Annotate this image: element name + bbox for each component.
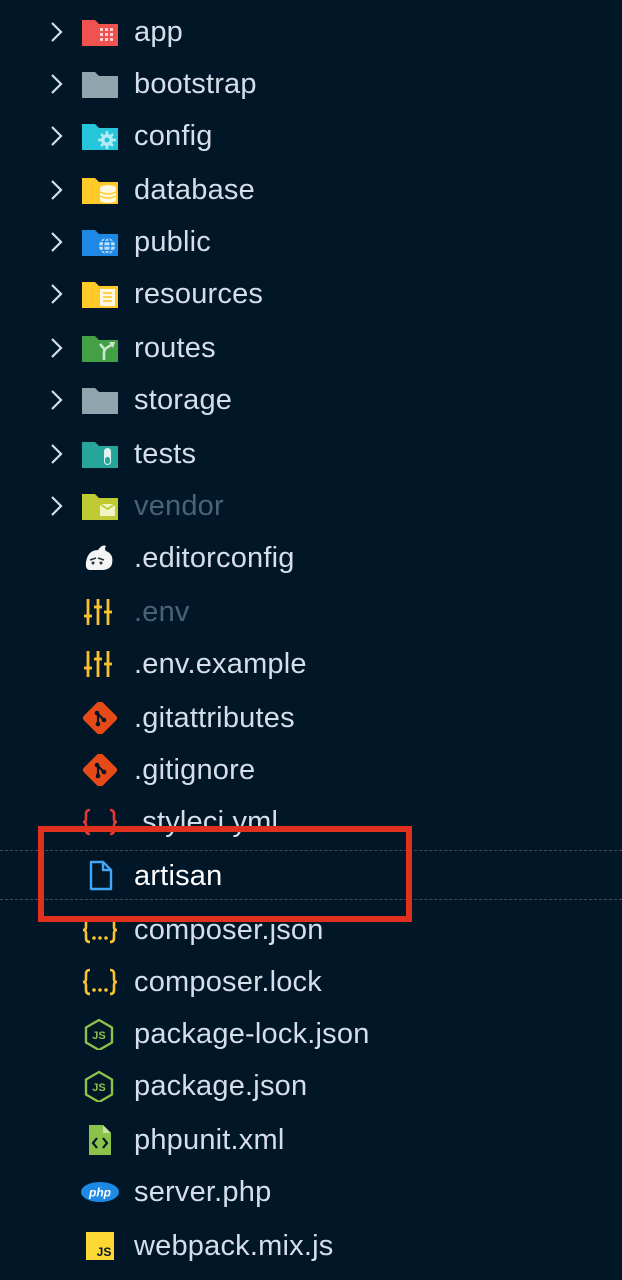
folder-label: database xyxy=(134,174,255,206)
file-row-env-example[interactable]: .env.example xyxy=(0,638,622,690)
folder-label: routes xyxy=(134,332,216,364)
folder-row-app[interactable]: app xyxy=(0,6,622,58)
database-folder-icon xyxy=(82,178,118,204)
svg-text:JS: JS xyxy=(92,1030,105,1042)
vendor-folder-icon xyxy=(82,494,118,520)
env-tune-icon xyxy=(84,651,112,677)
resources-folder-icon xyxy=(82,282,118,308)
annotation-highlight-box xyxy=(38,826,412,922)
php-icon: php xyxy=(81,1182,119,1202)
folder-row-vendor[interactable]: vendor xyxy=(0,480,622,532)
public-folder-icon xyxy=(82,230,118,256)
folder-label: config xyxy=(134,120,213,152)
config-folder-icon xyxy=(82,124,118,150)
file-label: package.json xyxy=(134,1070,308,1102)
folder-row-storage[interactable]: storage xyxy=(0,374,622,426)
file-row-gitignore[interactable]: .gitignore xyxy=(0,744,622,796)
tests-folder-icon xyxy=(82,442,118,468)
chevron-right-icon[interactable] xyxy=(44,336,68,360)
folder-label: storage xyxy=(134,384,233,416)
file-label: .gitignore xyxy=(134,754,256,786)
chevron-right-icon[interactable] xyxy=(44,72,68,96)
folder-label: vendor xyxy=(134,490,224,522)
file-label: .env.example xyxy=(134,648,307,680)
chevron-right-icon[interactable] xyxy=(44,20,68,44)
folder-icon xyxy=(82,388,118,414)
folder-row-bootstrap[interactable]: bootstrap xyxy=(0,58,622,110)
editorconfig-icon xyxy=(85,545,113,570)
chevron-right-icon[interactable] xyxy=(44,178,68,202)
file-row-webpack-mix-js[interactable]: JS webpack.mix.js xyxy=(0,1220,622,1272)
folder-row-tests[interactable]: tests xyxy=(0,428,622,480)
file-row-editorconfig[interactable]: .editorconfig xyxy=(0,532,622,584)
file-row-phpunit-xml[interactable]: phpunit.xml xyxy=(0,1114,622,1166)
file-label: .gitattributes xyxy=(134,702,295,734)
folder-label: app xyxy=(134,16,183,48)
svg-text:php: php xyxy=(88,1186,111,1200)
chevron-right-icon[interactable] xyxy=(44,442,68,466)
chevron-right-icon[interactable] xyxy=(44,124,68,148)
javascript-icon: JS xyxy=(86,1232,114,1260)
file-label: composer.lock xyxy=(134,966,322,998)
file-row-composer-lock[interactable]: composer.lock xyxy=(0,956,622,1008)
xml-icon xyxy=(89,1125,111,1155)
svg-text:JS: JS xyxy=(92,1082,105,1094)
file-row-package-lock-json[interactable]: JS package-lock.json xyxy=(0,1008,622,1060)
file-label: .editorconfig xyxy=(134,542,295,574)
folder-label: tests xyxy=(134,438,197,470)
folder-row-config[interactable]: config xyxy=(0,110,622,162)
git-icon xyxy=(82,754,118,786)
svg-text:JS: JS xyxy=(97,1245,112,1259)
chevron-right-icon[interactable] xyxy=(44,388,68,412)
folder-row-database[interactable]: database xyxy=(0,164,622,216)
app-folder-icon xyxy=(82,20,118,46)
file-row-gitattributes[interactable]: .gitattributes xyxy=(0,692,622,744)
file-row-server-php[interactable]: php server.php xyxy=(0,1166,622,1218)
chevron-right-icon[interactable] xyxy=(44,494,68,518)
file-row-env[interactable]: .env xyxy=(0,586,622,638)
chevron-right-icon[interactable] xyxy=(44,230,68,254)
chevron-right-icon[interactable] xyxy=(44,282,68,306)
folder-label: bootstrap xyxy=(134,68,257,100)
file-label: server.php xyxy=(134,1176,272,1208)
folder-row-routes[interactable]: routes xyxy=(0,322,622,374)
file-row-package-json[interactable]: JS package.json xyxy=(0,1060,622,1112)
file-label: .env xyxy=(134,596,190,628)
file-label: phpunit.xml xyxy=(134,1124,285,1156)
env-tune-icon xyxy=(84,599,112,625)
folder-label: public xyxy=(134,226,211,258)
folder-icon xyxy=(82,72,118,98)
routes-folder-icon xyxy=(82,336,118,362)
json-braces-icon xyxy=(82,968,118,996)
folder-row-public[interactable]: public xyxy=(0,216,622,268)
file-label: package-lock.json xyxy=(134,1018,370,1050)
file-explorer-tree: app bootstrap config database public res… xyxy=(0,0,622,1280)
nodejs-icon: JS xyxy=(84,1018,114,1050)
file-label: webpack.mix.js xyxy=(134,1230,334,1262)
git-icon xyxy=(82,702,118,734)
nodejs-icon: JS xyxy=(84,1070,114,1102)
folder-label: resources xyxy=(134,278,264,310)
folder-row-resources[interactable]: resources xyxy=(0,268,622,320)
